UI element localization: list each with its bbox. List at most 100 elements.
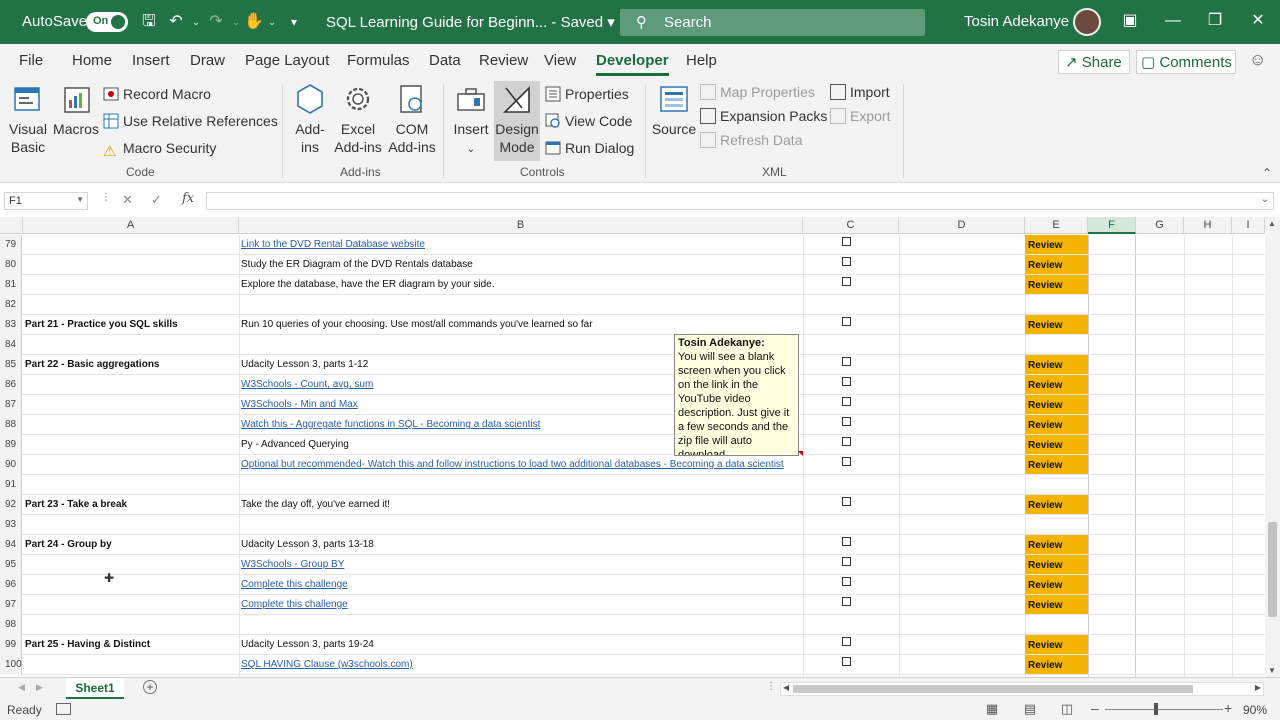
close-icon[interactable]: ✕ <box>1247 10 1269 32</box>
scroll-right-icon[interactable]: ▶ <box>1255 683 1261 692</box>
status-badge[interactable]: Review <box>1025 315 1088 334</box>
task-checkbox[interactable] <box>842 277 851 286</box>
cancel-icon[interactable]: ✕ <box>122 192 133 208</box>
export-button[interactable]: Export <box>830 108 890 124</box>
row-header[interactable]: 92 <box>0 495 22 515</box>
row-header[interactable]: 99 <box>0 635 22 655</box>
tab-insert[interactable]: Insert <box>132 52 170 69</box>
row-header[interactable]: 97 <box>0 595 22 615</box>
redo-icon[interactable]: ↷ <box>206 12 226 32</box>
cell-hyperlink[interactable]: W3Schools - Min and Max <box>241 399 358 410</box>
cell-part-title[interactable]: Part 22 - Basic aggregations <box>25 359 160 370</box>
tab-page-layout[interactable]: Page Layout <box>245 52 329 69</box>
column-header-g[interactable]: G <box>1136 217 1184 234</box>
com-add-ins-button[interactable]: COM Add-ins <box>388 82 436 156</box>
undo-dropdown-icon[interactable]: ⌄ <box>186 12 206 32</box>
row-header[interactable]: 90 <box>0 455 22 475</box>
cell-comment[interactable]: Tosin Adekanye: You will see a blank scr… <box>674 334 799 456</box>
add-ins-button[interactable]: Add- ins <box>290 82 330 156</box>
tab-file[interactable]: File <box>19 52 43 69</box>
record-macro-button[interactable]: Record Macro <box>103 86 211 102</box>
status-badge[interactable]: Review <box>1025 655 1088 674</box>
status-badge[interactable]: Review <box>1025 355 1088 374</box>
share-button[interactable]: ↗ Share <box>1058 50 1130 74</box>
cell-task[interactable]: Take the day off, you've earned it! <box>241 499 390 510</box>
cell-hyperlink[interactable]: Complete this challenge <box>241 579 348 590</box>
worksheet-grid[interactable]: 79 Link to the DVD Rental Database websit… <box>0 235 1265 677</box>
zoom-in-icon[interactable]: + <box>1224 700 1232 716</box>
cell-task[interactable]: Study the ER Diagram of the DVD Rentals … <box>241 259 473 270</box>
row-header[interactable]: 84 <box>0 335 22 355</box>
scroll-up-icon[interactable]: ▲ <box>1268 219 1276 228</box>
status-badge[interactable]: Review <box>1025 235 1088 254</box>
tab-review[interactable]: Review <box>479 52 528 69</box>
row-header[interactable]: 85 <box>0 355 22 375</box>
restore-icon[interactable]: ❐ <box>1204 10 1226 32</box>
column-header-e[interactable]: E <box>1025 217 1088 234</box>
cell-task[interactable]: Udacity Lesson 3, parts 13-18 <box>241 539 374 550</box>
collapse-ribbon-icon[interactable]: ⌃ <box>1262 166 1272 180</box>
cell-hyperlink[interactable]: SQL HAVING Clause (w3schools.com) <box>241 659 413 670</box>
use-relative-references-button[interactable]: Use Relative References <box>103 113 278 129</box>
row-header[interactable]: 93 <box>0 515 22 535</box>
row-header[interactable]: 86 <box>0 375 22 395</box>
name-box[interactable]: F1 ▼ <box>4 192 88 210</box>
touch-dropdown-icon[interactable]: ⌄ <box>262 12 282 32</box>
cell-hyperlink[interactable]: W3Schools - Count, avg, sum <box>241 379 373 390</box>
comments-button[interactable]: ▢ Comments <box>1136 50 1236 74</box>
status-badge[interactable]: Review <box>1025 395 1088 414</box>
column-header-a[interactable]: A <box>23 217 239 234</box>
excel-add-ins-button[interactable]: Excel Add-ins <box>332 82 384 156</box>
column-header-i[interactable]: I <box>1232 217 1265 234</box>
macro-security-button[interactable]: ⚠ Macro Security <box>103 140 216 160</box>
task-checkbox[interactable] <box>842 357 851 366</box>
column-header-h[interactable]: H <box>1184 217 1232 234</box>
cell-part-title[interactable]: Part 23 - Take a break <box>25 499 127 510</box>
zoom-out-icon[interactable]: – <box>1091 700 1099 716</box>
status-badge[interactable]: Review <box>1025 555 1088 574</box>
column-header-c[interactable]: C <box>803 217 899 234</box>
cell-part-title[interactable]: Part 21 - Practice you SQL skills <box>25 319 178 330</box>
expand-formula-icon[interactable]: ⌄ <box>1261 194 1269 205</box>
status-badge[interactable]: Review <box>1025 415 1088 434</box>
feedback-smiley-icon[interactable]: ☺ <box>1249 50 1266 70</box>
tab-data[interactable]: Data <box>429 52 461 69</box>
column-header-b[interactable]: B <box>239 217 803 234</box>
page-layout-view-icon[interactable]: ▤ <box>1021 701 1039 717</box>
scroll-down-icon[interactable]: ▼ <box>1268 666 1276 675</box>
enter-icon[interactable]: ✓ <box>151 192 162 208</box>
column-header-d[interactable]: D <box>899 217 1025 234</box>
task-checkbox[interactable] <box>842 637 851 646</box>
row-header[interactable]: 96 <box>0 575 22 595</box>
status-badge[interactable]: Review <box>1025 635 1088 654</box>
previous-sheet-icon[interactable]: ◀ <box>18 682 25 693</box>
cell-hyperlink[interactable]: W3Schools - Group BY <box>241 559 344 570</box>
document-title[interactable]: SQL Learning Guide for Beginn... - Saved… <box>326 13 615 31</box>
status-badge[interactable]: Review <box>1025 495 1088 514</box>
source-button[interactable]: Source <box>651 82 697 138</box>
tab-formulas[interactable]: Formulas <box>347 52 410 69</box>
tab-split-handle-icon[interactable]: ⋮ <box>766 681 776 692</box>
status-badge[interactable]: Review <box>1025 435 1088 454</box>
undo-icon[interactable]: ↶ <box>166 12 186 32</box>
task-checkbox[interactable] <box>842 657 851 666</box>
column-header-f[interactable]: F <box>1088 217 1136 234</box>
task-checkbox[interactable] <box>842 457 851 466</box>
task-checkbox[interactable] <box>842 557 851 566</box>
status-badge[interactable]: Review <box>1025 275 1088 294</box>
customize-toolbar-icon[interactable]: ▾ <box>284 12 304 32</box>
insert-function-icon[interactable]: fx <box>182 191 194 206</box>
normal-view-icon[interactable]: ▦ <box>983 701 1001 717</box>
row-header[interactable]: 79 <box>0 235 22 255</box>
run-dialog-button[interactable]: Run Dialog <box>545 140 634 156</box>
tab-help[interactable]: Help <box>686 52 717 69</box>
status-badge[interactable]: Review <box>1025 595 1088 614</box>
task-checkbox[interactable] <box>842 497 851 506</box>
task-checkbox[interactable] <box>842 377 851 386</box>
select-all-corner[interactable] <box>0 217 23 234</box>
search-box[interactable]: ⚲ Search <box>620 9 925 36</box>
task-checkbox[interactable] <box>842 237 851 246</box>
row-header[interactable]: 80 <box>0 255 22 275</box>
formula-input[interactable]: ⌄ <box>206 192 1274 210</box>
task-checkbox[interactable] <box>842 317 851 326</box>
